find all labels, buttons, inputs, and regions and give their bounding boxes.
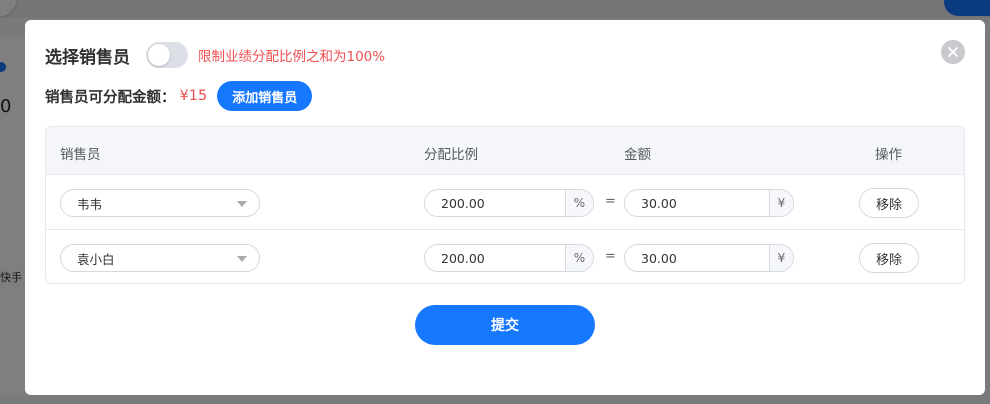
dialog-header: 选择销售员 限制业绩分配比例之和为100% [45, 42, 385, 68]
close-button[interactable] [941, 40, 965, 64]
table-header: 销售员 分配比例 金额 操作 [46, 127, 964, 175]
amount-input-value[interactable]: 30.00 [641, 251, 677, 266]
toggle-knob [148, 44, 170, 66]
amount-input[interactable]: 30.00 ¥ [624, 244, 794, 272]
table-row: 韦韦 200.00 % = 30.00 ¥ 移除 [46, 175, 964, 230]
header-amount: 金额 [624, 147, 651, 163]
table-row: 袁小白 200.00 % = 30.00 ¥ 移除 [46, 230, 964, 283]
distributable-amount-label: 销售员可分配金额： [45, 89, 176, 106]
ratio-input-value[interactable]: 200.00 [441, 251, 485, 266]
salesperson-select[interactable]: 袁小白 [60, 244, 260, 272]
distributable-amount-row: 销售员可分配金额： ¥15 添加销售员 [45, 81, 313, 111]
header-salesperson: 销售员 [60, 147, 101, 163]
salesperson-select-value: 韦韦 [77, 196, 103, 212]
percent-unit: % [565, 190, 593, 216]
limit-ratio-toggle[interactable] [146, 42, 188, 68]
equals-sign: = [605, 249, 616, 264]
header-ratio: 分配比例 [424, 147, 478, 163]
chevron-down-icon [237, 201, 247, 207]
currency-unit: ¥ [769, 190, 793, 216]
close-icon [948, 47, 958, 57]
remove-button[interactable]: 移除 [859, 243, 919, 273]
header-action: 操作 [875, 147, 902, 163]
salesperson-table: 销售员 分配比例 金额 操作 韦韦 200.00 % = 30.00 ¥ 移除 … [45, 126, 965, 284]
select-salesperson-dialog: 选择销售员 限制业绩分配比例之和为100% 销售员可分配金额： ¥15 添加销售… [25, 20, 985, 395]
submit-button[interactable]: 提交 [415, 305, 595, 345]
salesperson-select-value: 袁小白 [77, 251, 115, 267]
chevron-down-icon [237, 256, 247, 262]
limit-ratio-hint: 限制业绩分配比例之和为100% [198, 49, 386, 65]
remove-button[interactable]: 移除 [859, 188, 919, 218]
amount-input[interactable]: 30.00 ¥ [624, 189, 794, 217]
ratio-input[interactable]: 200.00 % [424, 244, 594, 272]
ratio-input[interactable]: 200.00 % [424, 189, 594, 217]
salesperson-select[interactable]: 韦韦 [60, 189, 260, 217]
add-salesperson-button[interactable]: 添加销售员 [217, 81, 313, 111]
currency-unit: ¥ [769, 245, 793, 271]
dialog-title: 选择销售员 [45, 47, 130, 68]
ratio-input-value[interactable]: 200.00 [441, 196, 485, 211]
equals-sign: = [605, 194, 616, 209]
amount-input-value[interactable]: 30.00 [641, 196, 677, 211]
percent-unit: % [565, 245, 593, 271]
distributable-amount-value: ¥15 [179, 88, 208, 104]
